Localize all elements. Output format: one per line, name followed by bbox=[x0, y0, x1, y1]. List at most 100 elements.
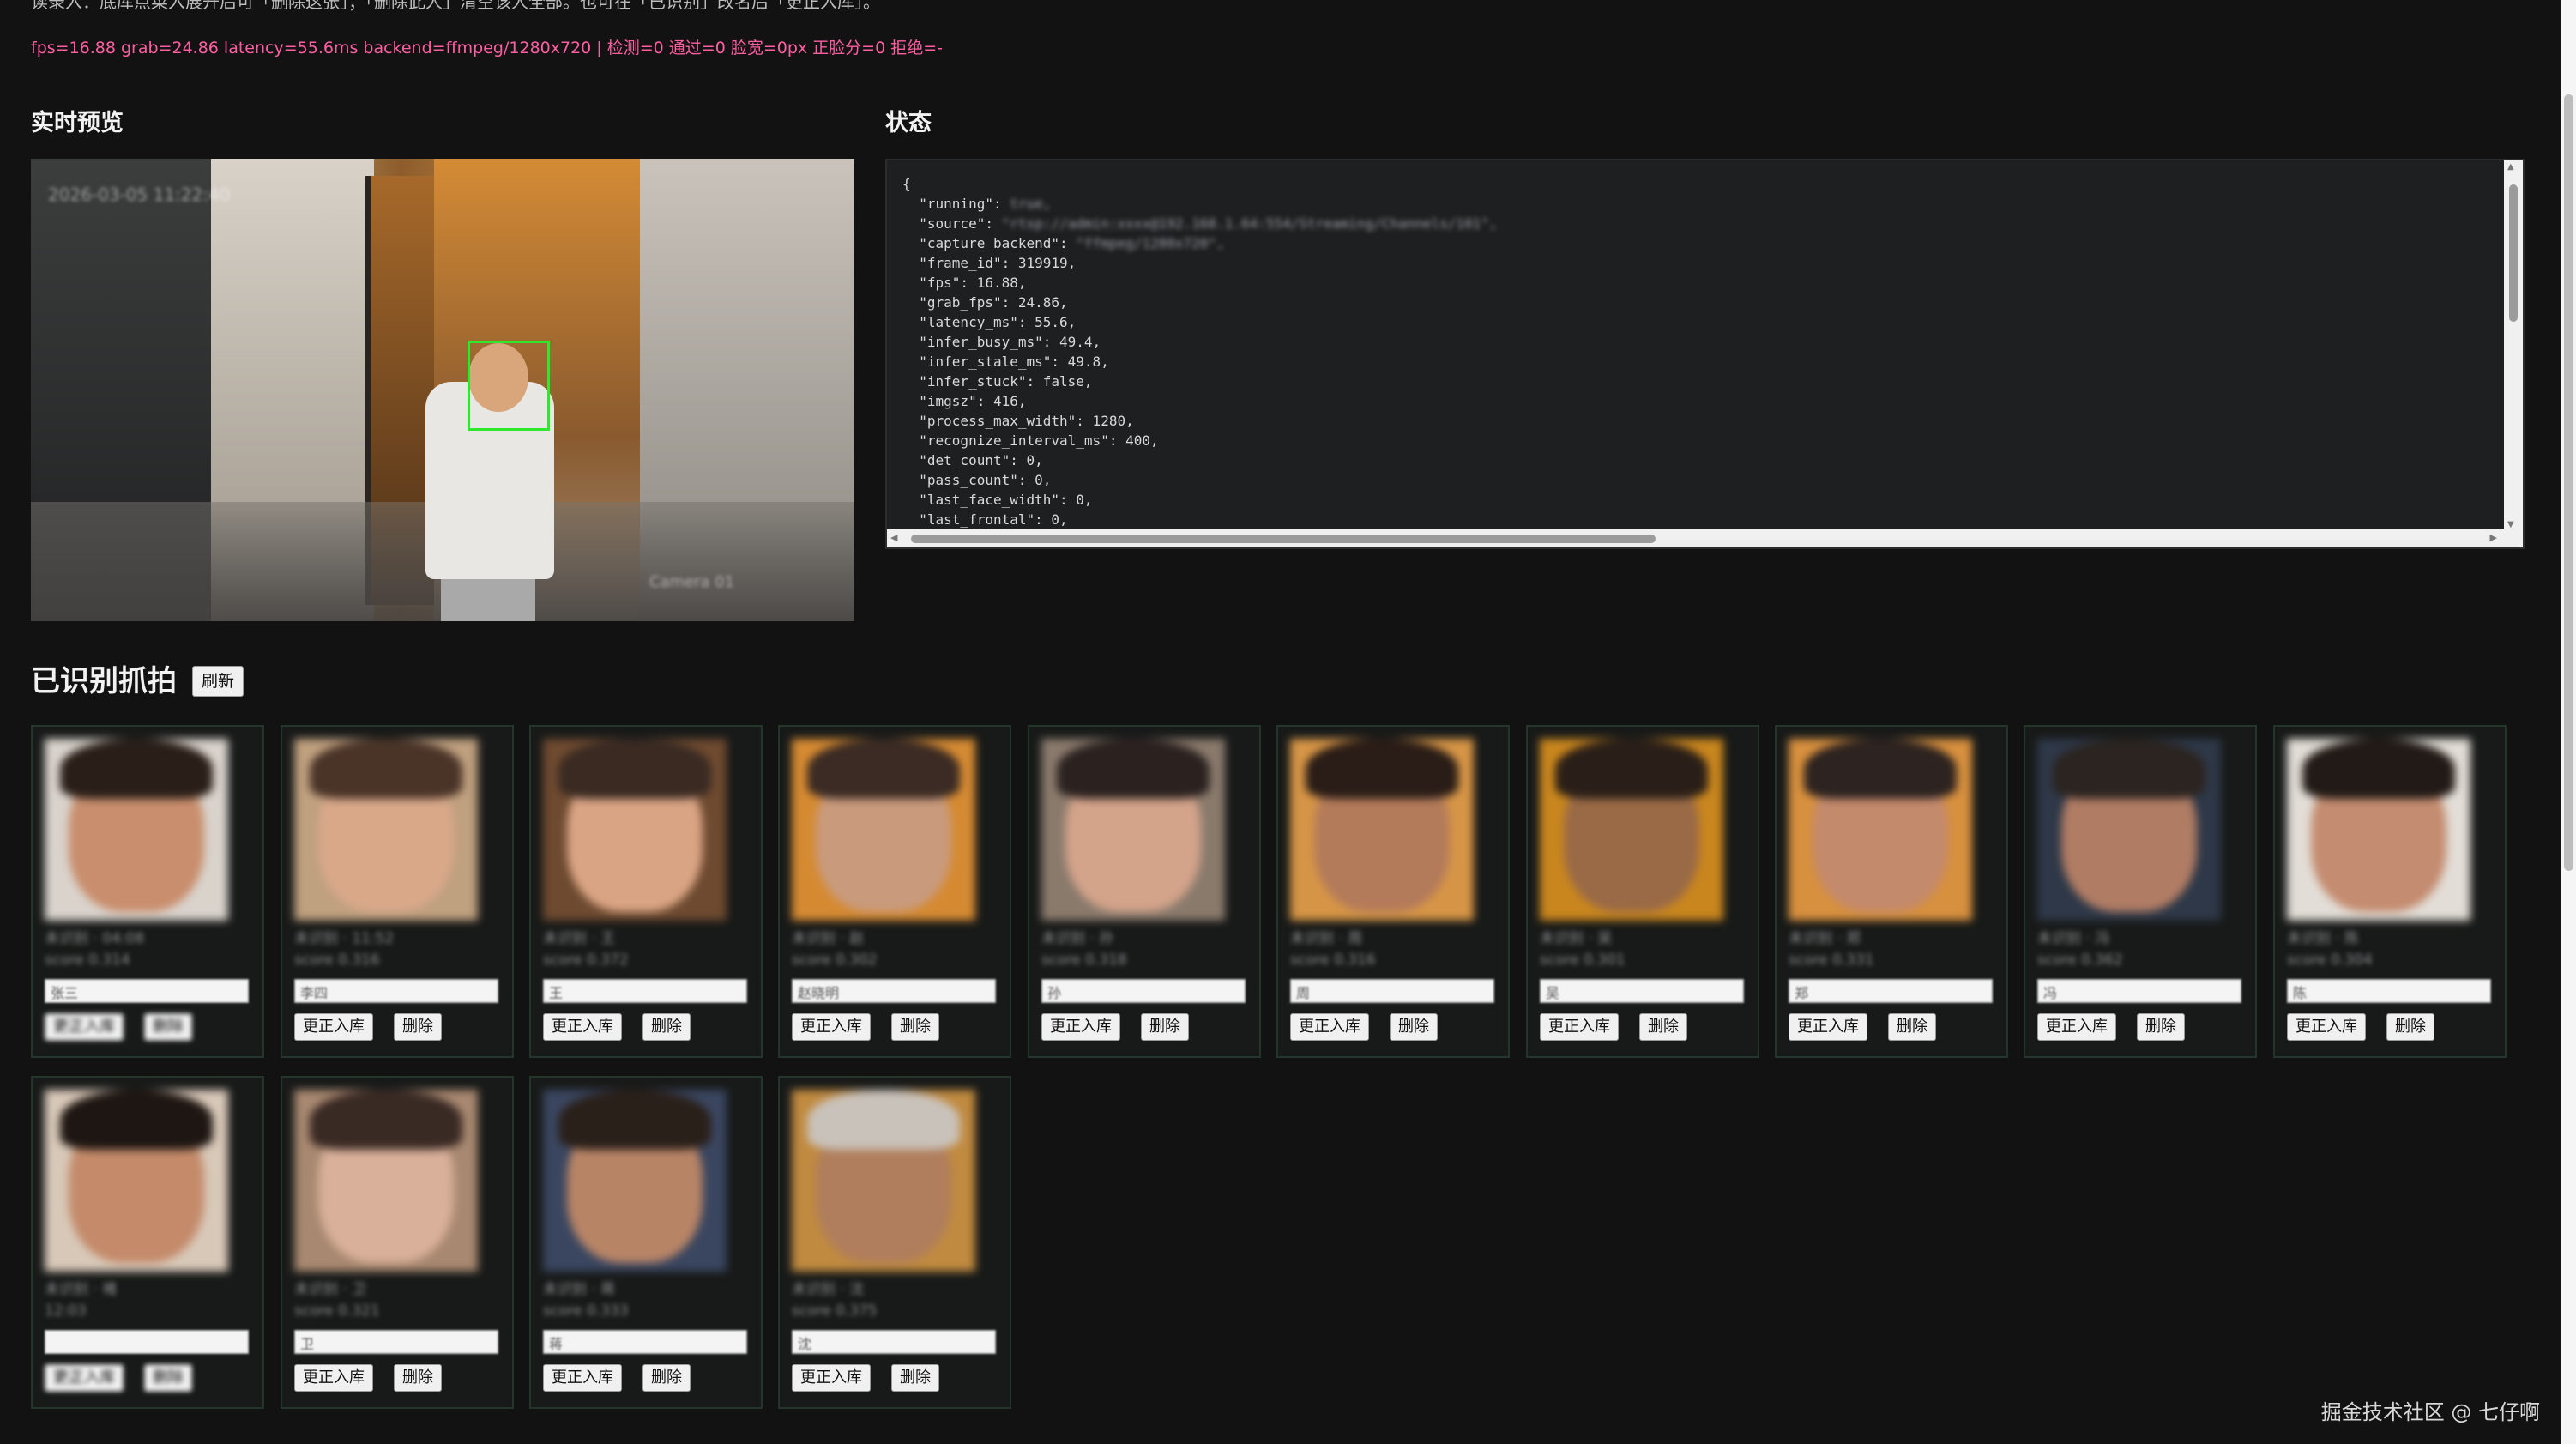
name-input[interactable]: 沈 bbox=[792, 1330, 996, 1354]
delete-button[interactable]: 删除 bbox=[144, 1364, 192, 1392]
correct-enroll-button[interactable]: 更正入库 bbox=[792, 1013, 871, 1041]
watermark: 掘金技术社区 @ 七仔啊 bbox=[2320, 1400, 2540, 1424]
correct-enroll-button[interactable]: 更正入库 bbox=[1540, 1013, 1619, 1041]
correct-enroll-button[interactable]: 更正入库 bbox=[45, 1364, 124, 1392]
correct-enroll-button[interactable]: 更正入库 bbox=[294, 1013, 373, 1041]
name-input[interactable]: 卫 bbox=[294, 1330, 498, 1354]
scroll-right-icon[interactable]: ▶ bbox=[2490, 532, 2497, 543]
status-title: 状态 bbox=[885, 110, 932, 136]
capture-label: 未识别 · 赵 bbox=[792, 930, 865, 947]
correct-enroll-button[interactable]: 更正入库 bbox=[2037, 1013, 2116, 1041]
capture-photo[interactable] bbox=[1789, 739, 1972, 921]
delete-button[interactable]: 删除 bbox=[2137, 1013, 2185, 1041]
captures-title: 已识别抓拍 bbox=[31, 664, 177, 698]
live-preview-video[interactable]: 2026-03-05 11:22:40 Camera 01 bbox=[31, 159, 854, 621]
scroll-thumb-horizontal[interactable] bbox=[911, 535, 1656, 543]
status-line-key: "source": bbox=[902, 215, 1002, 232]
name-input[interactable]: 郑 bbox=[1789, 979, 1993, 1003]
capture-photo[interactable] bbox=[1290, 739, 1474, 921]
name-input[interactable]: 张三 bbox=[45, 979, 249, 1003]
refresh-button[interactable]: 刷新 bbox=[192, 666, 244, 697]
capture-score: score 0.314 bbox=[45, 952, 130, 969]
hair-shape bbox=[310, 739, 462, 799]
delete-button[interactable]: 删除 bbox=[1888, 1013, 1936, 1041]
delete-button[interactable]: 删除 bbox=[891, 1364, 939, 1392]
scroll-thumb[interactable] bbox=[2509, 184, 2518, 322]
capture-score: score 0.318 bbox=[1041, 952, 1127, 969]
capture-photo[interactable] bbox=[45, 1090, 228, 1272]
capture-photo[interactable] bbox=[1540, 739, 1723, 921]
correct-enroll-button[interactable]: 更正入库 bbox=[1041, 1013, 1120, 1041]
capture-card: 未识别 · 11:52 score 0.316 李四 更正入库 删除 bbox=[281, 725, 514, 1058]
correct-enroll-button[interactable]: 更正入库 bbox=[543, 1013, 622, 1041]
capture-card: 未识别 · 吴 score 0.301 吴更正入库 删除 bbox=[1526, 725, 1759, 1058]
delete-button[interactable]: 删除 bbox=[1639, 1013, 1687, 1041]
correct-enroll-button[interactable]: 更正入库 bbox=[543, 1364, 622, 1392]
delete-button[interactable]: 删除 bbox=[642, 1364, 691, 1392]
name-input[interactable]: 陈 bbox=[2287, 979, 2491, 1003]
capture-label: 未识别 · 陈 bbox=[2287, 930, 2360, 947]
name-input[interactable]: 孙 bbox=[1041, 979, 1246, 1003]
correct-enroll-button[interactable]: 更正入库 bbox=[45, 1013, 124, 1041]
correct-enroll-button[interactable]: 更正入库 bbox=[294, 1364, 373, 1392]
capture-label: 未识别 · 冯 bbox=[2037, 930, 2110, 947]
name-input[interactable]: 李四 bbox=[294, 979, 498, 1003]
correct-enroll-button[interactable]: 更正入库 bbox=[2287, 1013, 2366, 1041]
capture-photo[interactable] bbox=[792, 739, 975, 921]
status-line-key: "infer_stale_ms": 49.8, bbox=[902, 353, 1109, 370]
capture-card: 未识别 · 王 score 0.372 王更正入库 删除 bbox=[529, 725, 763, 1058]
correct-enroll-button[interactable]: 更正入库 bbox=[1290, 1013, 1369, 1041]
status-line-key: { bbox=[902, 176, 911, 192]
capture-photo[interactable] bbox=[45, 739, 228, 921]
status-line-key: "fps": 16.88, bbox=[902, 275, 1027, 291]
capture-card: 未识别 · 卫 score 0.321 卫更正入库 删除 bbox=[281, 1076, 514, 1409]
capture-score: 12:03 bbox=[45, 1302, 87, 1320]
name-input[interactable]: 周 bbox=[1290, 979, 1494, 1003]
status-horizontal-scrollbar[interactable]: ◀ ▶ bbox=[887, 529, 2523, 547]
capture-score: score 0.301 bbox=[1540, 952, 1626, 969]
delete-button[interactable]: 删除 bbox=[394, 1013, 442, 1041]
camera-label: Camera 01 bbox=[649, 573, 734, 591]
page-scrollbar[interactable] bbox=[2561, 0, 2576, 1444]
page-scroll-thumb[interactable] bbox=[2564, 94, 2573, 871]
correct-enroll-button[interactable]: 更正入库 bbox=[1789, 1013, 1867, 1041]
name-input[interactable] bbox=[45, 1330, 249, 1354]
delete-button[interactable]: 删除 bbox=[2386, 1013, 2434, 1041]
capture-photo[interactable] bbox=[2037, 739, 2221, 921]
capture-photo[interactable] bbox=[1041, 739, 1225, 921]
capture-photo[interactable] bbox=[294, 1090, 478, 1272]
camera-timestamp: 2026-03-05 11:22:40 bbox=[48, 184, 231, 205]
capture-photo[interactable] bbox=[792, 1090, 975, 1272]
name-input[interactable]: 王 bbox=[543, 979, 747, 1003]
delete-button[interactable]: 删除 bbox=[144, 1013, 192, 1041]
delete-button[interactable]: 删除 bbox=[394, 1364, 442, 1392]
hair-shape bbox=[1306, 739, 1458, 799]
hair-shape bbox=[2053, 739, 2205, 799]
capture-card: 未识别 · 孙 score 0.318 孙更正入库 删除 bbox=[1028, 725, 1261, 1058]
correct-enroll-button[interactable]: 更正入库 bbox=[792, 1364, 871, 1392]
capture-label: 未识别 · 卫 bbox=[294, 1281, 367, 1298]
capture-score: score 0.302 bbox=[792, 952, 878, 969]
delete-button[interactable]: 删除 bbox=[891, 1013, 939, 1041]
scroll-left-icon[interactable]: ◀ bbox=[890, 532, 897, 543]
scroll-up-icon[interactable]: ▲ bbox=[2507, 162, 2514, 172]
delete-button[interactable]: 删除 bbox=[1141, 1013, 1189, 1041]
name-input[interactable]: 蒋 bbox=[543, 1330, 747, 1354]
status-vertical-scrollbar[interactable]: ▲ ▼ bbox=[2504, 160, 2523, 531]
delete-button[interactable]: 删除 bbox=[642, 1013, 691, 1041]
status-json-panel[interactable]: { "running": true, "source": "rtsp://adm… bbox=[885, 159, 2525, 549]
status-line-key: "grab_fps": 24.86, bbox=[902, 294, 1068, 311]
scroll-down-icon[interactable]: ▼ bbox=[2507, 520, 2514, 529]
capture-photo[interactable] bbox=[543, 739, 727, 921]
capture-photo[interactable] bbox=[543, 1090, 727, 1272]
face-detection-box bbox=[468, 341, 550, 431]
name-input[interactable]: 冯 bbox=[2037, 979, 2241, 1003]
capture-photo[interactable] bbox=[2287, 739, 2470, 921]
status-line-key: "infer_stuck": false, bbox=[902, 373, 1093, 390]
capture-photo[interactable] bbox=[294, 739, 478, 921]
name-input[interactable]: 吴 bbox=[1540, 979, 1744, 1003]
capture-card: 未识别 · 周 score 0.316 周更正入库 删除 bbox=[1276, 725, 1510, 1058]
hair-shape bbox=[1057, 739, 1210, 799]
name-input[interactable]: 赵晓明 bbox=[792, 979, 996, 1003]
delete-button[interactable]: 删除 bbox=[1390, 1013, 1438, 1041]
